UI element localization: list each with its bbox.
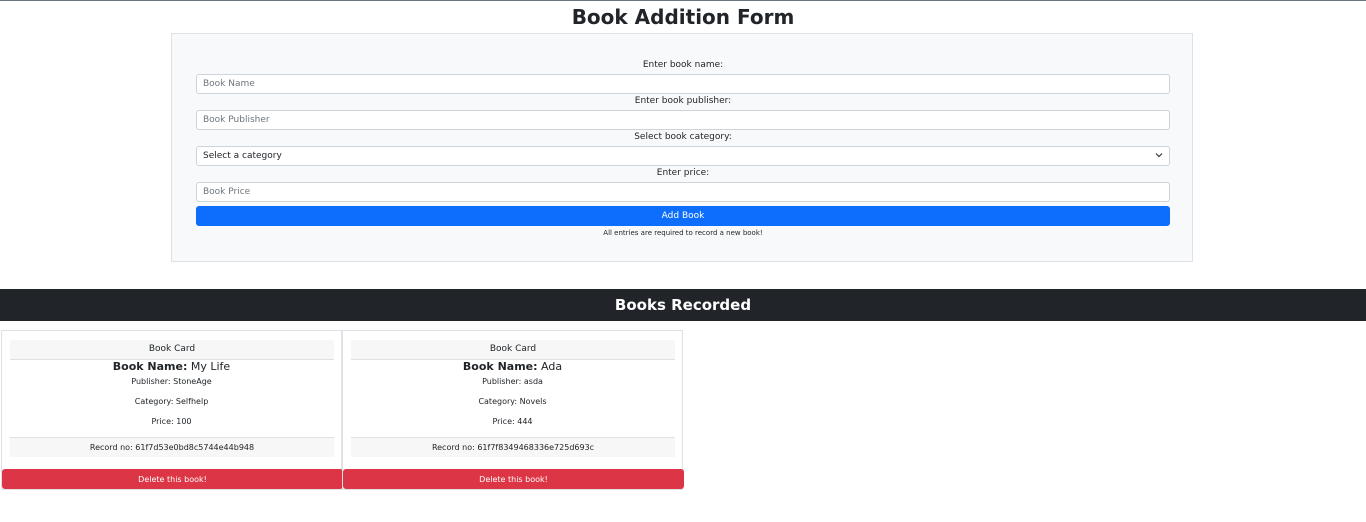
delete-book-button[interactable]: Delete this book! — [2, 469, 343, 489]
book-category-label: Select book category: — [634, 132, 732, 142]
book-name-value: My Life — [190, 360, 231, 373]
book-price-label: Enter price: — [656, 168, 710, 178]
book-category: Category: Novels — [478, 397, 547, 406]
book-publisher-input[interactable] — [196, 110, 1170, 130]
book-category-select[interactable]: Select a category — [196, 146, 1170, 166]
book-category: Category: Selfhelp — [134, 397, 209, 406]
book-price-input[interactable] — [196, 182, 1170, 202]
top-border — [0, 0, 1366, 1]
book-publisher: Publisher: StoneAge — [131, 377, 212, 386]
add-book-button[interactable]: Add Book — [196, 206, 1170, 226]
book-price: Price: 100 — [151, 417, 192, 426]
book-card: Book Card Book Name: Ada Publisher: asda… — [342, 330, 684, 490]
book-record-number: Record no: 61f7d53e0bd8c5744e44b948 — [10, 437, 334, 457]
book-name-prefix: Book Name: — [462, 360, 538, 373]
chevron-down-icon — [1155, 151, 1163, 161]
book-name-label: Enter book name: — [642, 60, 724, 70]
book-price: Price: 444 — [492, 417, 533, 426]
book-name: Book Name: Ada — [343, 360, 682, 374]
form-note: All entries are required to record a new… — [603, 229, 763, 237]
page-title: Book Addition Form — [571, 5, 795, 29]
book-name-input[interactable] — [196, 74, 1170, 94]
book-name-value: Ada — [541, 360, 563, 373]
book-publisher-label: Enter book publisher: — [634, 96, 732, 106]
book-card-header: Book Card — [10, 340, 334, 360]
book-name: Book Name: My Life — [2, 360, 341, 374]
delete-book-button[interactable]: Delete this book! — [343, 469, 684, 489]
book-publisher: Publisher: asda — [482, 377, 543, 386]
book-card-header: Book Card — [351, 340, 675, 360]
book-addition-form: Enter book name: Enter book publisher: S… — [171, 33, 1193, 262]
book-category-selected: Select a category — [203, 151, 282, 161]
books-recorded-header: Books Recorded — [0, 289, 1366, 321]
book-card: Book Card Book Name: My Life Publisher: … — [1, 330, 343, 490]
book-name-prefix: Book Name: — [112, 360, 188, 373]
book-record-number: Record no: 61f7f8349468336e725d693c — [351, 437, 675, 457]
